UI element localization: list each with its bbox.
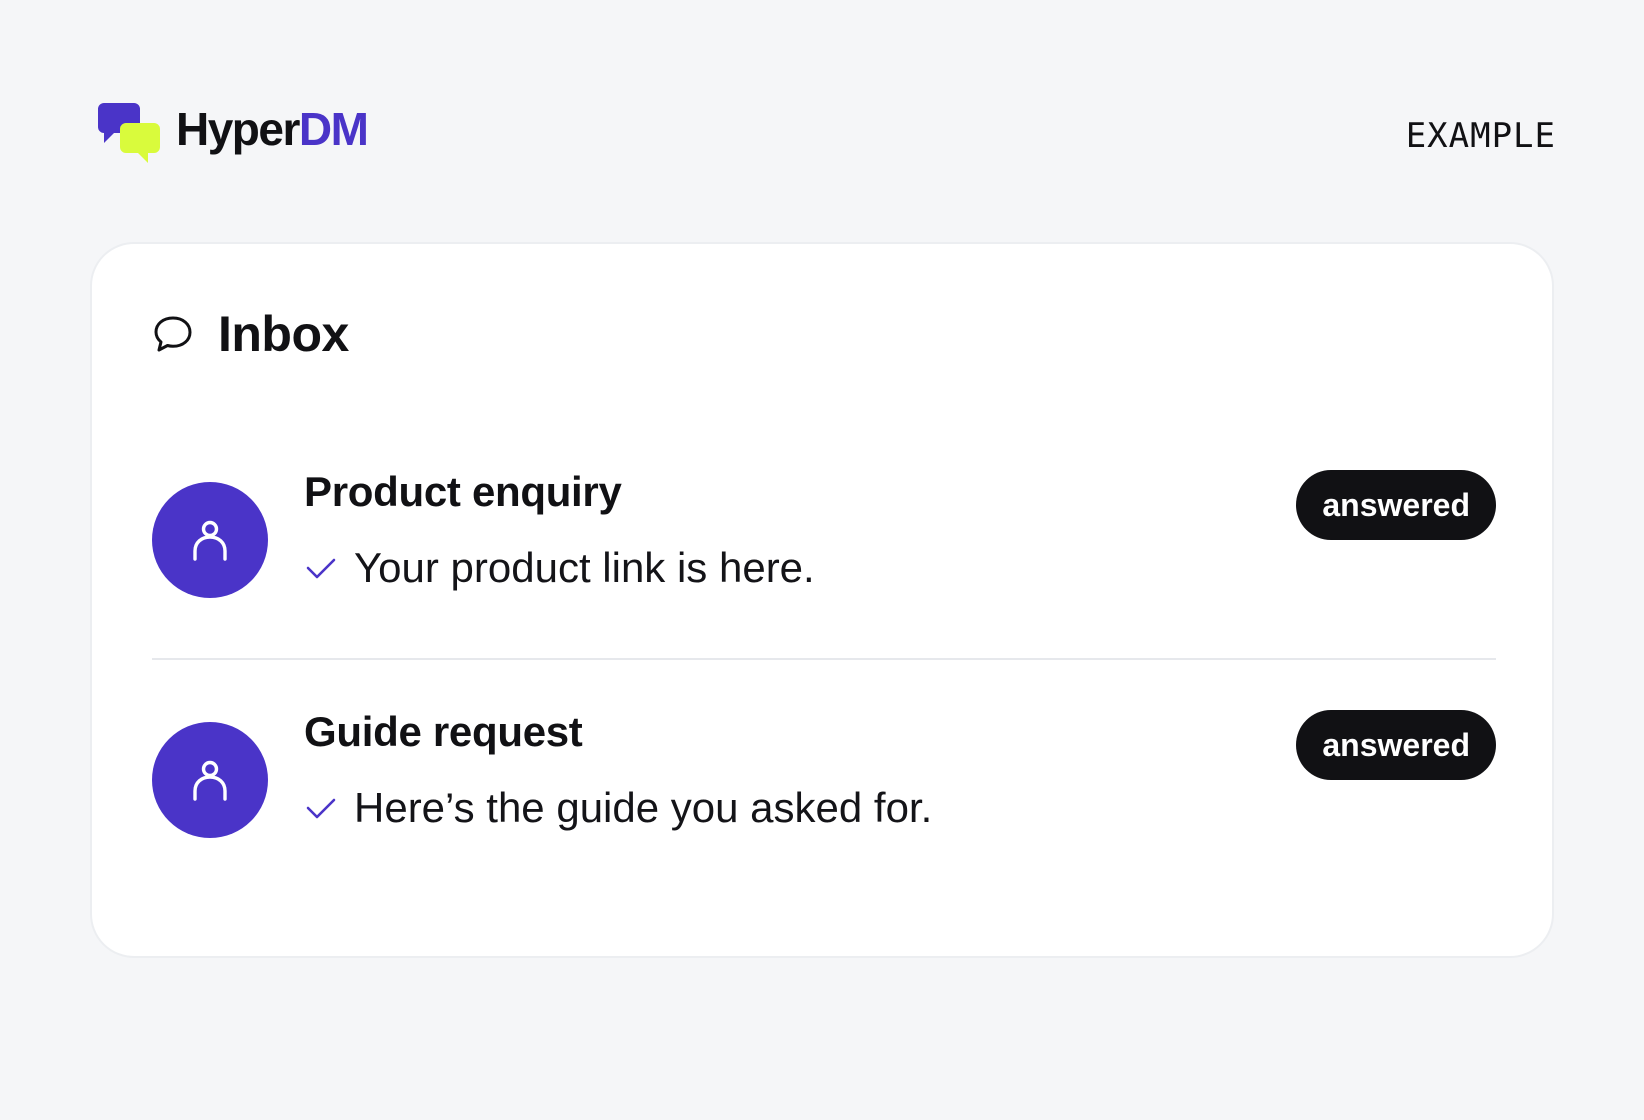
brand-name-part1: Hyper [176, 103, 300, 155]
list-item[interactable]: Guide request Here’s the guide you asked… [152, 692, 1496, 872]
avatar [152, 722, 268, 838]
list-item[interactable]: Product enquiry Your product link is her… [152, 452, 1496, 632]
thread-subject: Product enquiry [304, 468, 622, 515]
check-icon [306, 558, 336, 579]
inbox-card: Inbox Product enquiry Your product link … [90, 242, 1554, 958]
preview-text: Your product link is here. [354, 544, 815, 591]
avatar [152, 482, 268, 598]
inbox-header: Inbox [152, 304, 349, 364]
status-badge: answered [1296, 470, 1496, 540]
divider [152, 658, 1496, 660]
status-badge: answered [1296, 710, 1496, 780]
chat-bubble-icon [154, 316, 192, 352]
brand[interactable]: HyperDM [98, 100, 369, 170]
chat-bubbles-logo-icon [98, 103, 160, 163]
example-label: EXAMPLE [1405, 116, 1556, 156]
brand-name-part2: DM [298, 103, 369, 155]
preview-text: Here’s the guide you asked for. [354, 784, 933, 831]
user-icon [193, 520, 227, 561]
thread-preview: Your product link is here. [304, 544, 815, 592]
user-icon [193, 760, 227, 801]
inbox-title: Inbox [218, 306, 349, 362]
check-icon [306, 798, 336, 819]
thread-preview: Here’s the guide you asked for. [304, 784, 932, 832]
brand-name: HyperDM [176, 103, 369, 155]
thread-subject: Guide request [304, 708, 583, 755]
